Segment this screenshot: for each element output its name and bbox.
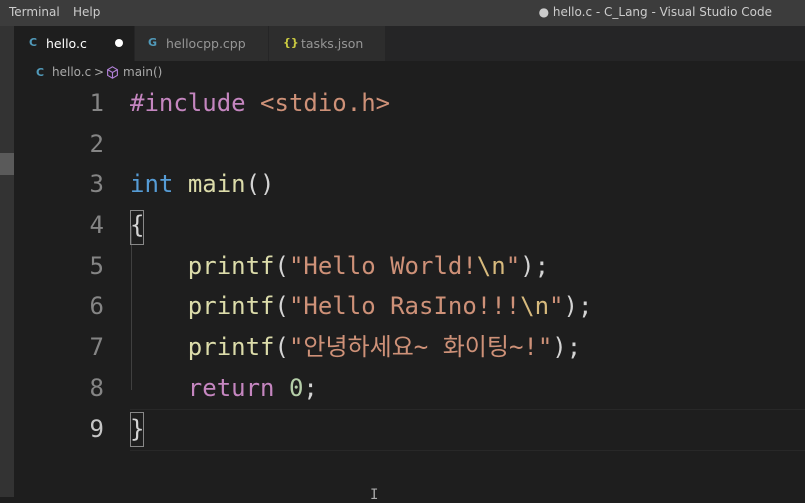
tab-label: hello.c [46,36,87,51]
tab-hello-c[interactable]: C hello.c [14,26,135,61]
code-token: ); [563,292,593,320]
code-line[interactable]: printf("Hello RasIno!!!\n"); [130,286,593,327]
code-token: ; [303,374,318,402]
code-token: ( [274,333,289,361]
code-editor[interactable]: 1 #include <stdio.h> 2 3 int main() 4 { … [14,83,805,503]
activity-bar-marker [0,153,14,175]
code-token: 0 [288,374,304,402]
code-token: "Hello RasIno!!! [288,292,521,320]
line-number: 1 [89,89,104,117]
code-token: " [505,252,521,280]
code-token: ( [274,252,289,280]
editor-line[interactable]: 1 #include <stdio.h> [14,83,805,124]
editor-line[interactable]: 2 [14,124,805,165]
code-line[interactable]: return 0; [130,368,318,409]
line-number: 9 [89,415,104,443]
editor-line[interactable]: 6 printf("Hello RasIno!!!\n"); [14,286,805,327]
tab-tasks-json[interactable]: {} tasks.json [269,26,386,61]
code-line[interactable]: { [130,205,144,246]
code-token: return [187,374,275,402]
c-file-icon: C [36,66,45,79]
editor-line[interactable]: 4 { [14,205,805,246]
line-number: 7 [89,333,104,361]
code-token: int [130,170,174,198]
editor-line[interactable]: 7 printf("안녕하세요~ 화이팅~!"); [14,327,805,368]
chevron-right-icon: > [94,65,105,79]
c-file-icon: C [29,36,38,49]
editor-line-current[interactable]: 9 } [14,409,805,450]
editor-line[interactable]: 5 printf("Hello World!\n"); [14,246,805,287]
menu-help[interactable]: Help [73,5,100,19]
code-token: ); [552,333,582,361]
line-number: 2 [89,130,104,158]
line-number: 8 [89,374,104,402]
line-number: 6 [89,292,104,320]
i-beam-cursor-icon: I [370,487,379,503]
code-line[interactable]: int main() [130,164,275,205]
code-token: printf [187,252,275,280]
tab-hellocpp-cpp[interactable]: G hellocpp.cpp [135,26,269,61]
tab-label: hellocpp.cpp [166,36,246,51]
editor-line[interactable]: 3 int main() [14,164,805,205]
code-token: \n [520,292,550,320]
code-line[interactable]: printf("안녕하세요~ 화이팅~!"); [130,327,581,368]
editor-line[interactable]: 8 return 0; [14,368,805,409]
tab-label: tasks.json [301,36,364,51]
code-token: " [549,292,564,320]
symbol-method-icon [106,66,119,82]
code-line[interactable]: printf("Hello World!\n"); [130,246,549,287]
tab-bar: C hello.c G hellocpp.cpp {} tasks.json [14,26,805,61]
line-number: 3 [89,170,104,198]
menu-terminal[interactable]: Terminal [9,5,60,19]
title-bar: Terminal Help ● hello.c - C_Lang - Visua… [0,0,805,26]
code-token: () [245,170,275,198]
json-file-icon: {} [283,36,299,49]
activity-bar [0,26,14,497]
code-token: "안녕하세요~ 화이팅~!" [288,333,553,361]
code-token: main [187,170,246,198]
window-title: ● hello.c - C_Lang - Visual Studio Code [538,5,772,19]
code-token: printf [187,333,275,361]
code-line[interactable]: #include <stdio.h> [130,83,390,124]
breadcrumb-file[interactable]: hello.c [52,65,91,79]
code-token: #include [130,89,261,117]
code-line[interactable]: } [130,409,144,450]
cpp-file-icon: G [148,36,158,49]
code-token: \n [476,252,506,280]
line-number: 4 [89,211,104,239]
code-token: } [130,415,145,443]
code-token: printf [187,292,275,320]
line-number: 5 [89,252,104,280]
code-token: <stdio.h> [260,89,391,117]
code-token: ); [520,252,550,280]
breadcrumb-symbol[interactable]: main() [123,65,162,79]
breadcrumb: C hello.c > main() [14,61,805,83]
code-token: ( [274,292,289,320]
modified-dot-icon[interactable] [115,39,123,47]
code-token: "Hello World! [288,252,477,280]
code-token: { [130,211,145,239]
